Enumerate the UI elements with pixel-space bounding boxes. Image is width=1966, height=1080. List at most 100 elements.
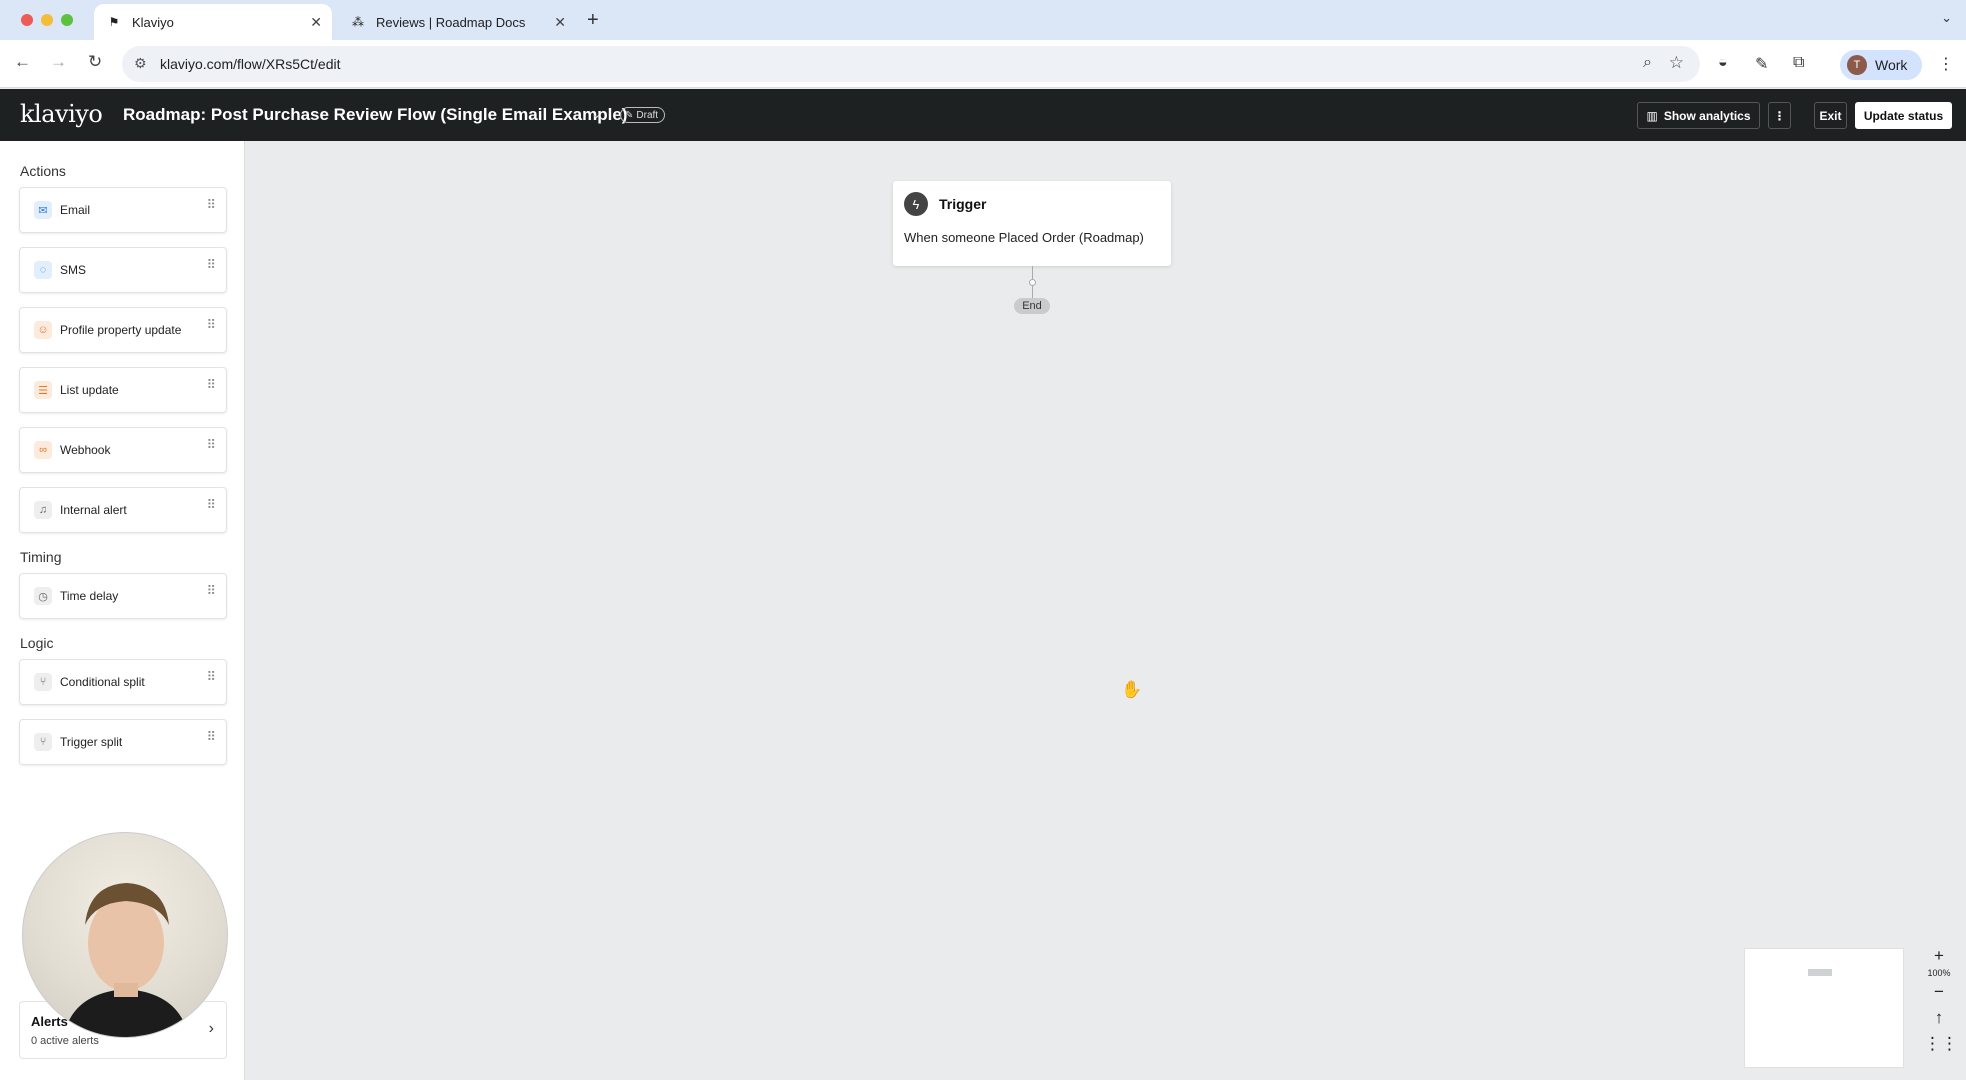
klaviyo-logo[interactable]: klaviyo [20,100,103,128]
drag-handle-icon[interactable]: ⠿ [206,584,215,597]
profile-icon: ☺ [34,321,52,339]
split-icon: ⑂ [34,673,52,691]
trigger-node[interactable]: ϟ Trigger When someone Placed Order (Roa… [893,181,1171,266]
tab-title: Klaviyo [132,14,174,30]
chevron-right-icon: › [208,1020,214,1037]
sidebar-item-label: Time delay [60,589,119,603]
close-window-button[interactable] [21,14,33,26]
grid-menu-icon[interactable]: ⋮⋮ [1924,1034,1958,1054]
close-tab-icon[interactable]: ✕ [310,14,322,31]
sidebar-item-conditional-split[interactable]: ⑂ Conditional split ⠿ [19,659,227,705]
draft-icon: ✎ [625,109,634,121]
clock-icon: ◷ [34,587,52,605]
status-badge: ✎ Draft [620,107,666,123]
show-analytics-button[interactable]: ▥ Show analytics [1637,102,1760,129]
app-header: klaviyo Roadmap: Post Purchase Review Fl… [0,89,1966,141]
close-tab-icon[interactable]: ✕ [554,14,566,31]
klaviyo-flag-icon: ⚑ [108,15,120,29]
site-info-icon[interactable]: ⚙ [134,55,147,72]
zoom-in-icon[interactable]: + [1924,946,1954,966]
flow-title[interactable]: Roadmap: Post Purchase Review Flow (Sing… [123,105,627,125]
sidebar-item-webhook[interactable]: ∞ Webhook ⠿ [19,427,227,473]
maximize-window-button[interactable] [61,14,73,26]
drag-handle-icon[interactable]: ⠿ [206,438,215,451]
update-status-button[interactable]: Update status [1855,102,1952,129]
trigger-description: When someone Placed Order (Roadmap) [904,230,1144,245]
connector-add-point[interactable] [1029,279,1036,286]
sidebar-item-label: Trigger split [60,735,123,749]
extensions-puzzle-icon[interactable]: ⧉ [1793,54,1804,72]
sms-icon: ◌ [34,261,52,279]
profile-button[interactable]: T Work [1840,50,1922,80]
address-bar[interactable]: ⚙ klaviyo.com/flow/XRs5Ct/edit ⌕ ☆ [122,46,1700,82]
sidebar-item-time-delay[interactable]: ◷ Time delay ⠿ [19,573,227,619]
profile-label: Work [1875,57,1908,73]
show-analytics-label: Show analytics [1663,108,1751,123]
drag-handle-icon[interactable]: ⠿ [206,318,215,331]
lightning-icon: ϟ [904,192,928,216]
sidebar-item-label: Email [60,203,91,217]
extension-pen-icon[interactable]: ✎ [1755,54,1768,74]
sidebar-item-internal-alert[interactable]: ♫ Internal alert ⠿ [19,487,227,533]
tab-roadmap-docs[interactable]: ⁂ Reviews | Roadmap Docs ✕ [338,4,576,40]
drag-handle-icon[interactable]: ⠿ [206,498,215,511]
profile-avatar: T [1847,55,1867,75]
sidebar-item-label: Conditional split [60,675,145,689]
list-icon: ☰ [34,381,52,399]
roadmap-dots-icon: ⁂ [352,15,364,29]
zoom-out-icon[interactable]: − [1924,982,1954,1002]
zoom-controls: + 100% − ↑ ⋮⋮ [1924,946,1958,1060]
reload-icon[interactable]: ↻ [88,52,102,72]
actions-heading: Actions [20,163,66,179]
bell-icon: ♫ [34,501,52,519]
url-text[interactable]: klaviyo.com/flow/XRs5Ct/edit [160,56,341,72]
more-options-button[interactable]: ⋮ [1768,102,1791,129]
minimap-node [1808,969,1832,976]
forward-icon[interactable]: → [50,52,67,72]
minimap[interactable] [1744,948,1904,1068]
trigger-split-icon: ⑂ [34,733,52,751]
browser-tab-bar: ⚑ Klaviyo ✕ ⁂ Reviews | Roadmap Docs ✕ +… [0,0,1966,40]
end-node: End [1014,298,1050,314]
minimize-window-button[interactable] [41,14,53,26]
drag-handle-icon[interactable]: ⠿ [206,670,215,683]
email-icon: ✉ [34,201,52,219]
browser-toolbar: ← → ↻ ⚙ klaviyo.com/flow/XRs5Ct/edit ⌕ ☆ [0,40,1966,88]
sidebar-item-label: List update [60,383,119,397]
bar-chart-icon: ▥ [1646,108,1658,123]
zoom-level: 100% [1927,968,1951,978]
fit-view-icon[interactable]: ↑ [1924,1008,1954,1028]
bookmark-star-icon[interactable]: ☆ [1669,53,1684,73]
webhook-icon: ∞ [34,441,52,459]
sidebar-item-sms[interactable]: ◌ SMS ⠿ [19,247,227,293]
sidebar-item-trigger-split[interactable]: ⑂ Trigger split ⠿ [19,719,227,765]
logic-heading: Logic [20,635,54,651]
chevron-down-icon[interactable]: ⌄ [591,106,602,122]
sidebar-item-label: Profile property update [60,323,182,337]
tab-search-chevron-icon[interactable]: ⌄ [1941,10,1952,26]
alerts-count: 0 active alerts [31,1035,99,1047]
zoom-icon[interactable]: ⌕ [1643,54,1652,72]
drag-handle-icon[interactable]: ⠿ [206,198,215,211]
tab-klaviyo[interactable]: ⚑ Klaviyo ✕ [94,4,332,40]
sidebar-item-list-update[interactable]: ☰ List update ⠿ [19,367,227,413]
sidebar-item-label: SMS [60,263,87,277]
sidebar-item-profile-property-update[interactable]: ☺ Profile property update ⠿ [19,307,227,353]
sidebar-item-label: Webhook [60,443,111,457]
tab-title: Reviews | Roadmap Docs [376,14,526,30]
extension-disk-icon[interactable]: ◒ [1718,54,1728,72]
presenter-video [63,883,189,1037]
sidebar-item-label: Internal alert [60,503,127,517]
grab-hand-cursor-icon: ✋ [1121,680,1143,699]
browser-menu-icon[interactable]: ⋮ [1938,54,1954,74]
back-icon[interactable]: ← [14,52,31,72]
sidebar-item-email[interactable]: ✉ Email ⠿ [19,187,227,233]
new-tab-icon[interactable]: + [587,9,599,32]
webcam-overlay [22,832,228,1038]
trigger-title: Trigger [939,196,987,212]
drag-handle-icon[interactable]: ⠿ [206,730,215,743]
status-badge-label: Draft [636,109,659,121]
drag-handle-icon[interactable]: ⠿ [206,258,215,271]
exit-button[interactable]: Exit [1814,102,1847,129]
drag-handle-icon[interactable]: ⠿ [206,378,215,391]
